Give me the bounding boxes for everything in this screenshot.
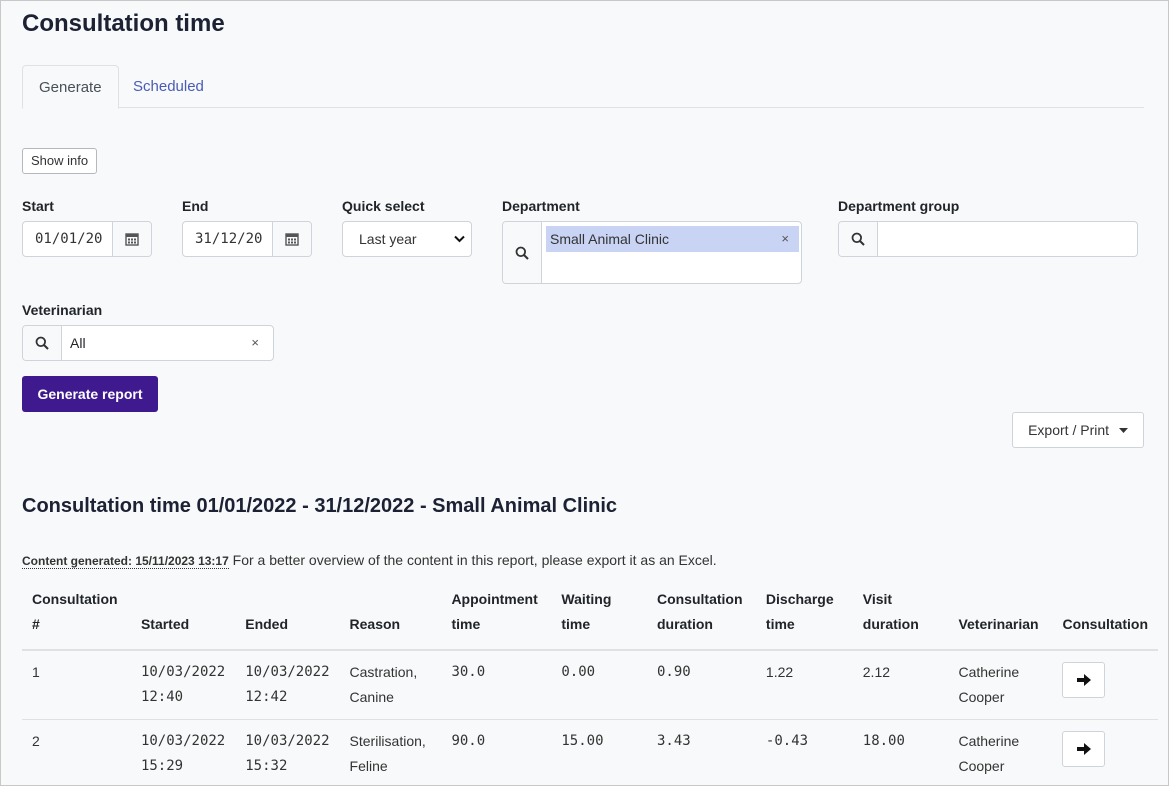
col-waiting-time: Waiting time (551, 581, 647, 651)
generate-report-button[interactable]: Generate report (22, 376, 158, 412)
quick-select-dropdown[interactable]: Last year (342, 221, 472, 257)
tab-scheduled[interactable]: Scheduled (117, 65, 220, 108)
department-search[interactable]: Small Animal Clinic × (502, 221, 802, 284)
cell-veterinarian: Catherine Cooper (948, 650, 1053, 720)
search-icon (23, 326, 62, 360)
table-header-row: Consultation # Started Ended Reason Appoi… (22, 581, 1158, 651)
department-group-search[interactable] (838, 221, 1138, 257)
col-consultation-number: Consultation # (22, 581, 131, 651)
cell-started: 10/03/2022 12:40 (130, 650, 236, 720)
consultation-table: Consultation # Started Ended Reason Appoi… (22, 581, 1158, 785)
col-veterinarian: Veterinarian (948, 581, 1053, 651)
col-started: Started (130, 581, 236, 651)
page-frame: Consultation time Generate Scheduled Sho… (0, 0, 1169, 786)
arrow-right-icon (1076, 743, 1091, 755)
col-consultation-link: Consultation (1052, 581, 1158, 651)
col-appointment-time: Appointment time (441, 581, 552, 651)
generated-line: Content generated: 15/11/2023 13:17 For … (22, 552, 717, 569)
cell-reason: Castration, Canine (339, 650, 442, 720)
cell-appointment-time: 90.0 (441, 719, 552, 785)
chevron-down-icon (454, 222, 465, 256)
clear-icon[interactable]: × (251, 326, 259, 360)
department-tag: Small Animal Clinic × (546, 226, 799, 252)
remove-tag-icon[interactable]: × (781, 226, 789, 252)
open-consultation-button[interactable] (1062, 662, 1106, 698)
cell-number: 1 (22, 650, 131, 720)
open-consultation-button[interactable] (1062, 731, 1106, 767)
arrow-right-icon (1076, 674, 1091, 686)
veterinarian-search[interactable]: All × (22, 325, 274, 361)
content-generated-timestamp: Content generated: 15/11/2023 13:17 (22, 554, 229, 569)
table-row: 1 10/03/2022 12:40 10/03/2022 12:42 Castra… (22, 650, 1158, 720)
start-date-field[interactable]: 01/01/20 (22, 221, 152, 257)
search-icon (839, 222, 878, 256)
cell-consultation-duration: 0.90 (646, 650, 756, 720)
cell-consultation-link (1052, 650, 1158, 720)
calendar-icon[interactable] (113, 222, 151, 256)
cell-appointment-time: 30.0 (441, 650, 552, 720)
cell-number: 2 (22, 719, 131, 785)
cell-ended: 10/03/2022 12:42 (235, 650, 340, 720)
col-reason: Reason (339, 581, 442, 651)
cell-veterinarian: Catherine Cooper (948, 719, 1053, 785)
cell-discharge-time: 1.22 (755, 650, 853, 720)
cell-ended: 10/03/2022 15:32 (235, 719, 340, 785)
export-print-label: Export / Print (1028, 422, 1110, 438)
veterinarian-label: Veterinarian (22, 302, 103, 318)
calendar-icon[interactable] (273, 222, 311, 256)
col-ended: Ended (235, 581, 340, 651)
cell-visit-duration: 2.12 (852, 650, 949, 720)
cell-discharge-time: -0.43 (755, 719, 853, 785)
start-label: Start (22, 198, 54, 214)
tab-bar: Generate Scheduled (22, 65, 1144, 109)
cell-started: 10/03/2022 15:29 (130, 719, 236, 785)
department-group-label: Department group (838, 198, 960, 214)
start-date-value[interactable]: 01/01/20 (23, 222, 113, 256)
end-label: End (182, 198, 209, 214)
cell-consultation-link (1052, 719, 1158, 785)
cell-consultation-duration: 3.43 (646, 719, 756, 785)
col-consultation-duration: Consultation duration (646, 581, 756, 651)
veterinarian-value[interactable]: All (70, 335, 86, 351)
export-note: For a better overview of the content in … (232, 552, 717, 568)
search-icon (503, 222, 542, 283)
col-discharge-time: Discharge time (755, 581, 853, 651)
quick-select-label: Quick select (342, 198, 425, 214)
show-info-button[interactable]: Show info (22, 148, 98, 174)
report-title: Consultation time 01/01/2022 - 31/12/202… (22, 495, 618, 517)
cell-waiting-time: 0.00 (551, 650, 647, 720)
tab-generate[interactable]: Generate (22, 65, 119, 109)
quick-select-value: Last year (359, 231, 417, 247)
department-tag-label: Small Animal Clinic (550, 231, 670, 247)
export-print-button[interactable]: Export / Print (1012, 412, 1144, 448)
table-row: 2 10/03/2022 15:29 10/03/2022 15:32 Steril… (22, 719, 1158, 785)
cell-reason: Sterilisation, Feline (339, 719, 442, 785)
page-title: Consultation time (22, 10, 225, 37)
department-label: Department (502, 198, 580, 214)
cell-waiting-time: 15.00 (551, 719, 647, 785)
col-visit-duration: Visit duration (852, 581, 949, 651)
cell-visit-duration: 18.00 (852, 719, 949, 785)
end-date-field[interactable]: 31/12/20 (182, 221, 312, 257)
end-date-value[interactable]: 31/12/20 (183, 222, 273, 256)
caret-down-icon (1118, 428, 1128, 434)
department-group-input[interactable] (878, 222, 1137, 256)
